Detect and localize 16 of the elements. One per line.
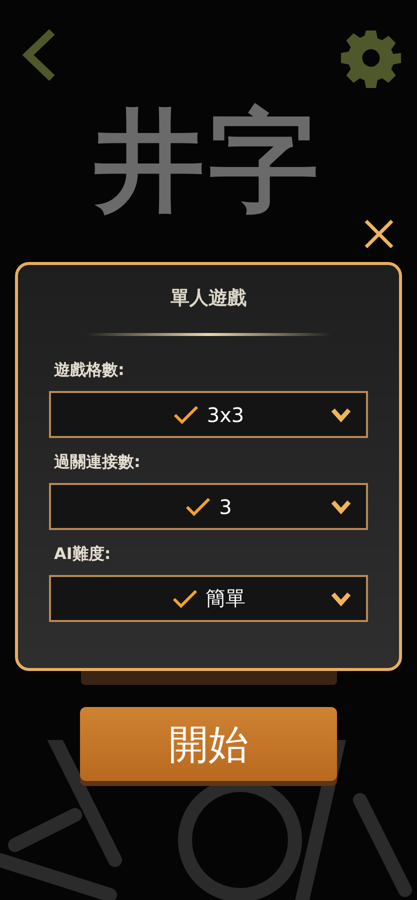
back-button[interactable] — [22, 28, 56, 82]
start-button[interactable]: 開始 — [80, 707, 337, 781]
setting-label: 過關連接數: — [54, 452, 140, 473]
back-icon — [22, 28, 56, 82]
setting-label: AI難度: — [54, 544, 111, 565]
setting-dropdown[interactable]: 3x3 — [49, 391, 368, 438]
chevron-down-icon — [330, 499, 352, 515]
setting-label: 遊戲格數: — [54, 360, 124, 381]
dialog-title: 單人遊戲 — [170, 286, 246, 311]
settings-button[interactable] — [341, 28, 401, 88]
close-icon — [363, 218, 395, 250]
setting-dropdown[interactable]: 簡單 — [49, 575, 368, 622]
setting-dropdown[interactable]: 3 — [49, 483, 368, 530]
settings-icon — [341, 28, 401, 88]
chevron-down-icon — [330, 407, 352, 423]
chevron-down-icon — [330, 591, 352, 607]
